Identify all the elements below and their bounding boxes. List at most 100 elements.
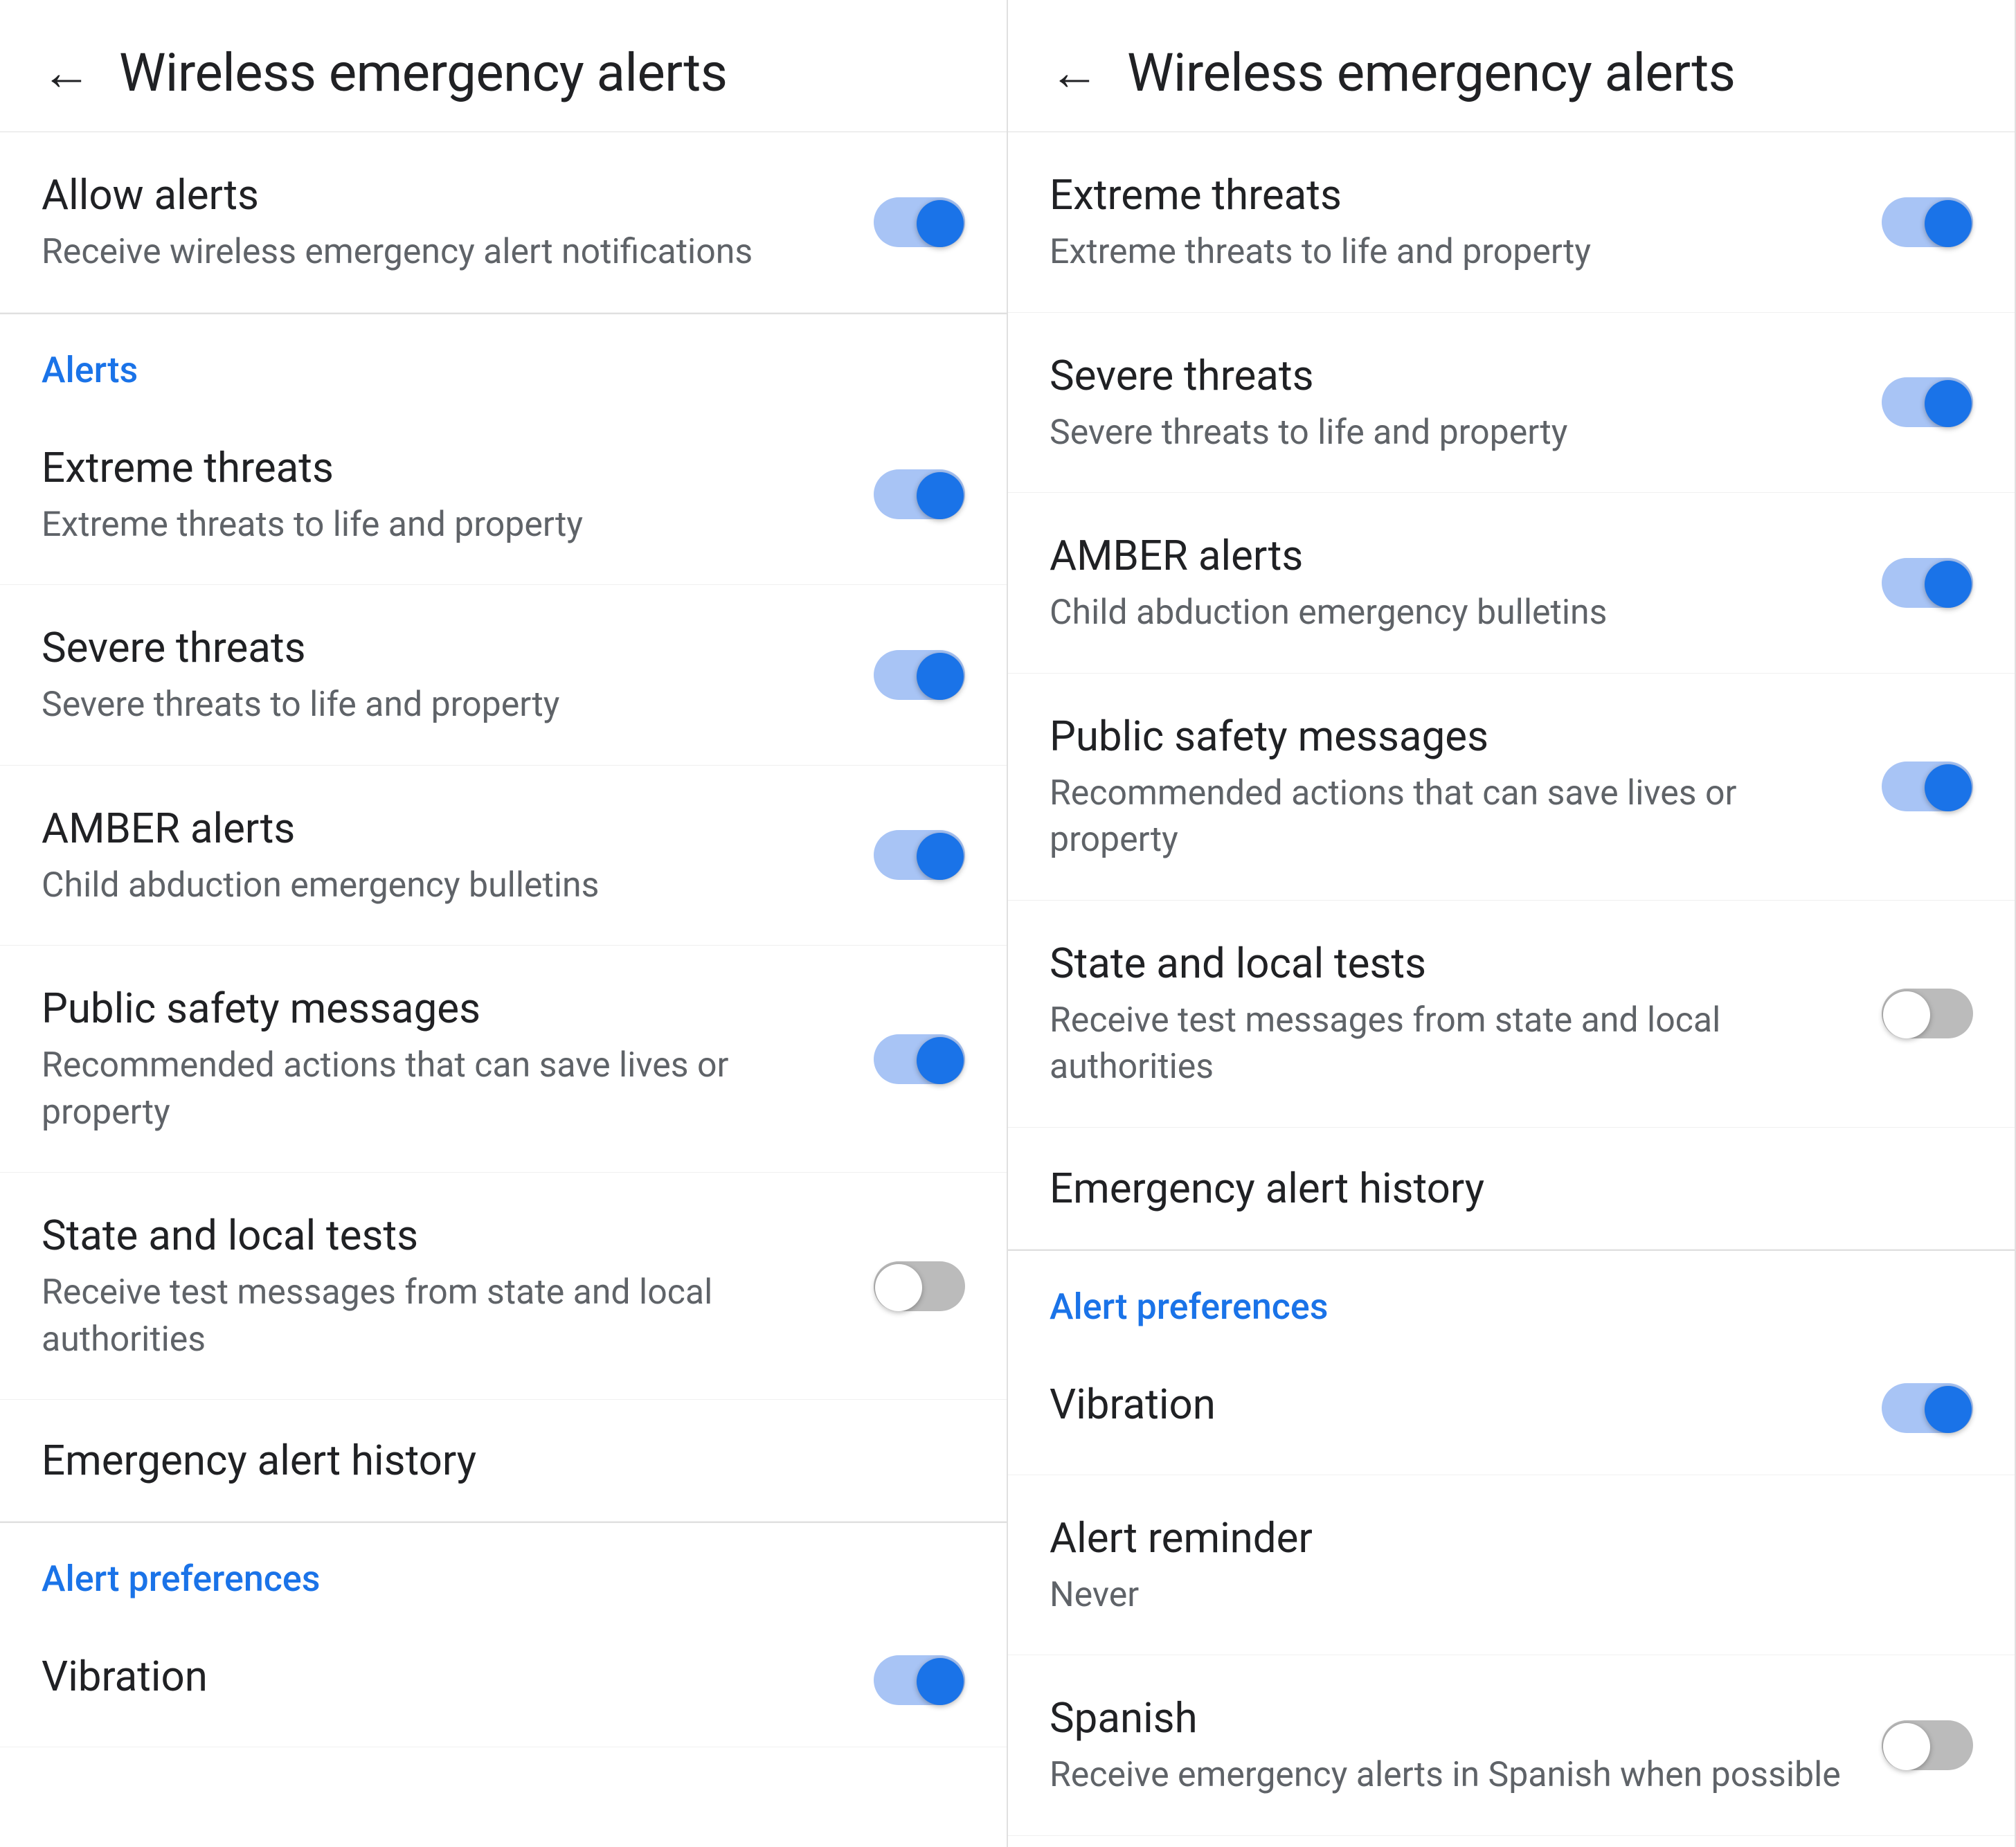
emergency-history-title: Emergency alert history	[42, 1436, 965, 1485]
allow-alerts-toggle[interactable]	[874, 197, 965, 247]
alert-reminder-r-title: Alert reminder	[1050, 1511, 1945, 1565]
back-button-right[interactable]: ←	[1050, 48, 1099, 98]
public-safety-r-subtitle: Recommended actions that can save lives …	[1050, 771, 1854, 864]
public-safety-r-text: Public safety messages Recommended actio…	[1050, 710, 1882, 864]
public-safety-r-toggle[interactable]	[1882, 762, 1973, 811]
vibration-item: Vibration	[0, 1614, 1007, 1747]
severe-threats-r-item: Severe threats Severe threats to life an…	[1008, 313, 2015, 494]
state-local-tests-subtitle: Receive test messages from state and loc…	[42, 1270, 846, 1363]
public-safety-text: Public safety messages Recommended actio…	[42, 982, 874, 1136]
alerts-section-label: Alerts	[0, 314, 1007, 405]
state-local-tests-r-subtitle: Receive test messages from state and loc…	[1050, 998, 1854, 1091]
allow-alerts-thumb	[917, 200, 964, 247]
left-header: ← Wireless emergency alerts	[0, 0, 1007, 132]
back-button-left[interactable]: ←	[42, 48, 91, 98]
spanish-r-text: Spanish Receive emergency alerts in Span…	[1050, 1691, 1882, 1799]
extreme-threats-r-title: Extreme threats	[1050, 168, 1854, 222]
extreme-threats-r-text: Extreme threats Extreme threats to life …	[1050, 168, 1882, 276]
public-safety-thumb	[917, 1037, 964, 1084]
right-page-title: Wireless emergency alerts	[1127, 42, 1736, 104]
right-panel: ← Wireless emergency alerts Extreme thre…	[1008, 0, 2016, 1847]
extreme-threats-toggle[interactable]	[874, 469, 965, 519]
amber-alerts-r-text: AMBER alerts Child abduction emergency b…	[1050, 529, 1882, 637]
public-safety-r-thumb	[1925, 764, 1972, 811]
state-local-tests-r-toggle[interactable]	[1882, 989, 1973, 1038]
severe-threats-r-toggle[interactable]	[1882, 377, 1973, 427]
extreme-threats-item: Extreme threats Extreme threats to life …	[0, 405, 1007, 586]
severe-threats-r-subtitle: Severe threats to life and property	[1050, 410, 1854, 457]
state-local-tests-toggle[interactable]	[874, 1261, 965, 1311]
allow-alerts-subtitle: Receive wireless emergency alert notific…	[42, 229, 846, 276]
extreme-threats-thumb	[917, 472, 964, 519]
state-local-tests-thumb	[875, 1264, 922, 1311]
left-page-title: Wireless emergency alerts	[119, 42, 728, 104]
severe-threats-subtitle: Severe threats to life and property	[42, 682, 846, 729]
spanish-r-item: Spanish Receive emergency alerts in Span…	[1008, 1655, 2015, 1836]
amber-alerts-title: AMBER alerts	[42, 802, 846, 856]
severe-threats-title: Severe threats	[42, 621, 846, 675]
public-safety-toggle[interactable]	[874, 1034, 965, 1084]
alert-reminder-r-text: Alert reminder Never	[1050, 1511, 1973, 1619]
severe-threats-text: Severe threats Severe threats to life an…	[42, 621, 874, 729]
left-content: Allow alerts Receive wireless emergency …	[0, 132, 1007, 1847]
left-panel: ← Wireless emergency alerts Allow alerts…	[0, 0, 1008, 1847]
vibration-r-item: Vibration	[1008, 1342, 2015, 1475]
alert-reminder-r-item[interactable]: Alert reminder Never	[1008, 1475, 2015, 1656]
severe-threats-r-text: Severe threats Severe threats to life an…	[1050, 349, 1882, 457]
vibration-text: Vibration	[42, 1650, 874, 1711]
vibration-r-thumb	[1925, 1386, 1972, 1433]
extreme-threats-r-thumb	[1925, 200, 1972, 247]
allow-alerts-text: Allow alerts Receive wireless emergency …	[42, 168, 874, 276]
alert-prefs-r-label: Alert preferences	[1008, 1251, 2015, 1342]
severe-threats-thumb	[917, 653, 964, 700]
state-local-tests-title: State and local tests	[42, 1209, 846, 1263]
spanish-r-thumb	[1883, 1723, 1930, 1770]
state-local-tests-item: State and local tests Receive test messa…	[0, 1173, 1007, 1400]
severe-threats-r-title: Severe threats	[1050, 349, 1854, 403]
extreme-threats-r-item: Extreme threats Extreme threats to life …	[1008, 132, 2015, 313]
allow-alerts-item: Allow alerts Receive wireless emergency …	[0, 132, 1007, 313]
state-local-tests-text: State and local tests Receive test messa…	[42, 1209, 874, 1363]
vibration-r-text: Vibration	[1050, 1378, 1882, 1439]
spanish-r-subtitle: Receive emergency alerts in Spanish when…	[1050, 1752, 1854, 1799]
state-local-tests-r-title: State and local tests	[1050, 937, 1854, 991]
emergency-history-r-item[interactable]: Emergency alert history	[1008, 1128, 2015, 1250]
severe-threats-toggle[interactable]	[874, 650, 965, 700]
state-local-tests-r-thumb	[1883, 991, 1930, 1038]
emergency-history-r-title: Emergency alert history	[1050, 1164, 1973, 1213]
amber-alerts-r-toggle[interactable]	[1882, 558, 1973, 608]
extreme-threats-r-subtitle: Extreme threats to life and property	[1050, 229, 1854, 276]
extreme-threats-text: Extreme threats Extreme threats to life …	[42, 441, 874, 549]
extreme-threats-r-toggle[interactable]	[1882, 197, 1973, 247]
vibration-title: Vibration	[42, 1650, 846, 1704]
right-content: Extreme threats Extreme threats to life …	[1008, 132, 2015, 1847]
amber-alerts-text: AMBER alerts Child abduction emergency b…	[42, 802, 874, 910]
vibration-r-title: Vibration	[1050, 1378, 1854, 1432]
allow-alerts-title: Allow alerts	[42, 168, 846, 222]
emergency-history-item[interactable]: Emergency alert history	[0, 1400, 1007, 1522]
severe-threats-item: Severe threats Severe threats to life an…	[0, 585, 1007, 766]
amber-alerts-thumb	[917, 833, 964, 880]
extreme-threats-title: Extreme threats	[42, 441, 846, 495]
vibration-r-toggle[interactable]	[1882, 1383, 1973, 1433]
spanish-r-toggle[interactable]	[1882, 1720, 1973, 1770]
amber-alerts-subtitle: Child abduction emergency bulletins	[42, 863, 846, 910]
amber-alerts-r-subtitle: Child abduction emergency bulletins	[1050, 590, 1854, 637]
amber-alerts-toggle[interactable]	[874, 830, 965, 880]
amber-alerts-r-item: AMBER alerts Child abduction emergency b…	[1008, 493, 2015, 674]
amber-alerts-r-thumb	[1925, 561, 1972, 608]
amber-alerts-r-title: AMBER alerts	[1050, 529, 1854, 583]
public-safety-r-item: Public safety messages Recommended actio…	[1008, 674, 2015, 901]
extreme-threats-subtitle: Extreme threats to life and property	[42, 502, 846, 549]
amber-alerts-item: AMBER alerts Child abduction emergency b…	[0, 766, 1007, 946]
alert-reminder-r-subtitle: Never	[1050, 1572, 1945, 1619]
severe-threats-r-thumb	[1925, 380, 1972, 427]
alert-prefs-label: Alert preferences	[0, 1523, 1007, 1614]
state-local-tests-r-item: State and local tests Receive test messa…	[1008, 901, 2015, 1128]
public-safety-item: Public safety messages Recommended actio…	[0, 946, 1007, 1173]
public-safety-subtitle: Recommended actions that can save lives …	[42, 1043, 846, 1136]
public-safety-title: Public safety messages	[42, 982, 846, 1036]
vibration-toggle[interactable]	[874, 1655, 965, 1705]
right-header: ← Wireless emergency alerts	[1008, 0, 2015, 132]
public-safety-r-title: Public safety messages	[1050, 710, 1854, 764]
